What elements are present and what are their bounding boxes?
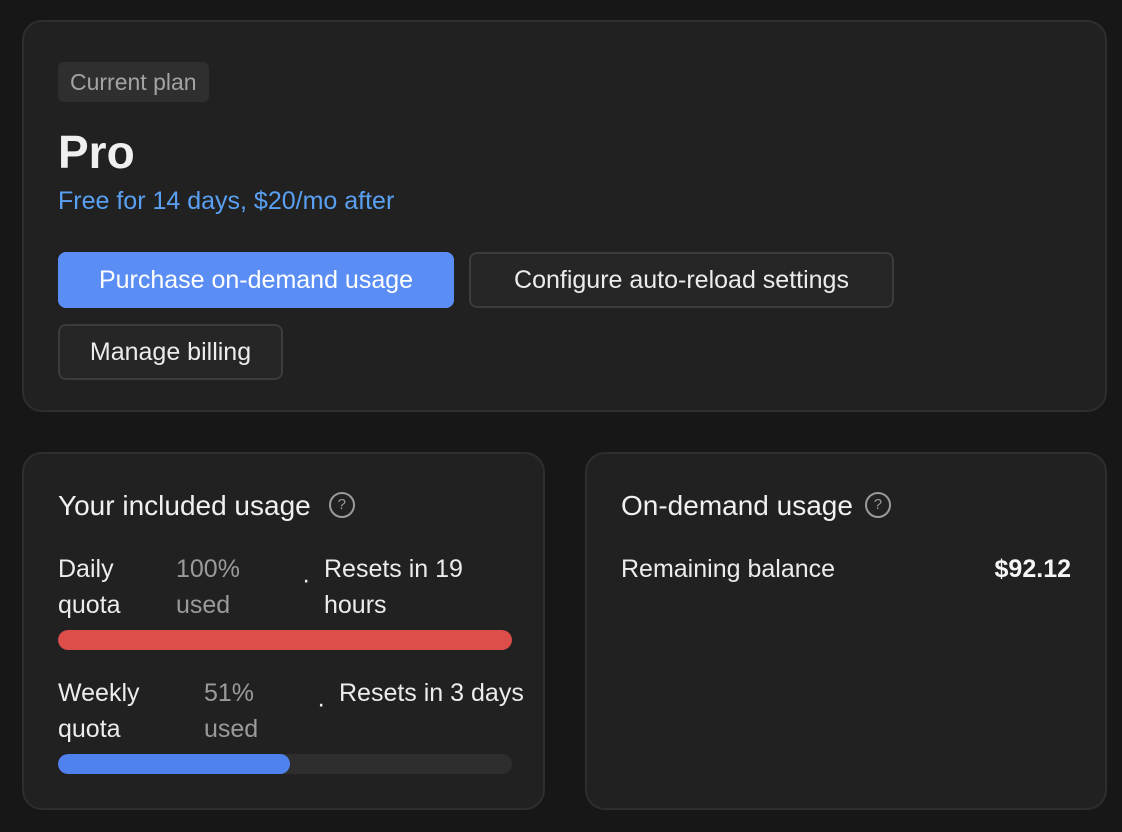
current-plan-card: Current plan Pro Free for 14 days, $20/m… (22, 20, 1107, 412)
billing-page: Current plan Pro Free for 14 days, $20/m… (0, 0, 1122, 832)
included-usage-title: Your included usage? (58, 486, 355, 526)
daily-quota-used: 100% used (176, 555, 240, 619)
daily-quota-label: Daily quota (58, 555, 121, 619)
question-circle-icon[interactable]: ? (864, 491, 891, 518)
manage-billing-button[interactable]: Manage billing (58, 324, 283, 380)
question-circle-icon[interactable]: ? (328, 491, 355, 518)
daily-quota-reset: Resets in 19 hours (324, 555, 463, 619)
weekly-quota-used: 51% used (204, 679, 259, 743)
remaining-balance-value: $92.12 (994, 555, 1071, 583)
plan-name: Pro (58, 126, 135, 178)
on-demand-usage-title-text: On-demand usage (621, 490, 853, 521)
weekly-quota-progress-fill (58, 754, 290, 774)
weekly-quota-separator: · (317, 690, 326, 718)
daily-quota-progress-bar (58, 630, 512, 650)
purchase-on-demand-button[interactable]: Purchase on-demand usage (58, 252, 454, 308)
on-demand-usage-title: On-demand usage? (621, 486, 891, 526)
daily-quota-progress-fill (58, 630, 512, 650)
daily-quota-separator: · (302, 566, 311, 594)
on-demand-usage-card: On-demand usage? Remaining balance $92.1… (585, 452, 1107, 810)
current-plan-badge: Current plan (58, 62, 209, 102)
weekly-quota-reset: Resets in 3 days (339, 679, 524, 707)
configure-auto-reload-button[interactable]: Configure auto-reload settings (469, 252, 894, 308)
weekly-quota-label: Weekly quota (58, 679, 140, 743)
included-usage-card: Your included usage? Daily quota 100% us… (22, 452, 545, 810)
plan-pricing-text: Free for 14 days, $20/mo after (58, 187, 395, 215)
weekly-quota-progress-bar (58, 754, 512, 774)
included-usage-title-text: Your included usage (58, 490, 311, 521)
remaining-balance-label: Remaining balance (621, 555, 836, 583)
